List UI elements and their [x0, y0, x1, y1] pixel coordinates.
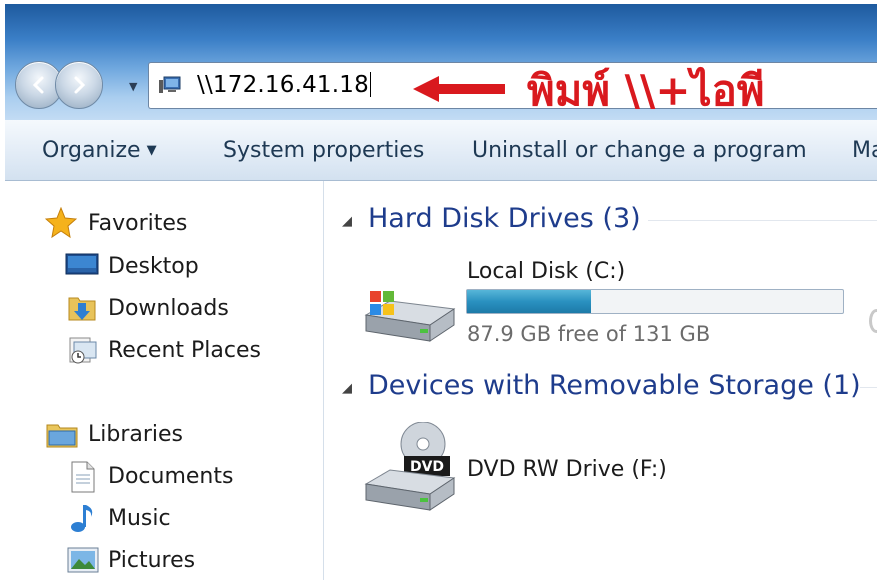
- chevron-down-icon: ▼: [146, 143, 157, 158]
- back-arrow-icon: [32, 76, 44, 94]
- text-caret: [369, 72, 371, 97]
- collapse-triangle-icon-2[interactable]: ◢: [342, 381, 352, 396]
- dvd-drive-icon: DVD: [364, 422, 456, 511]
- dvd-badge-text: DVD: [410, 459, 444, 475]
- partial-drive-icon: [869, 309, 877, 333]
- navigation-pane: Favorites Desktop Downloads Recent Place…: [5, 181, 324, 580]
- music-icon: [71, 505, 93, 532]
- annotation-text: พิมพ์ \\+ไอพี: [527, 66, 765, 115]
- disk-usage-fill: [467, 290, 592, 313]
- explorer-window: ▼ \\172.16.41.18 พิมพ์ \\+ไอพี Organize ▼…: [5, 4, 877, 580]
- favorites-star-icon: [45, 207, 77, 239]
- forward-button[interactable]: [55, 61, 103, 109]
- computer-icon: [159, 76, 181, 93]
- sidebar-item-favorites[interactable]: Favorites: [88, 211, 187, 236]
- address-input[interactable]: \\172.16.41.18: [197, 72, 371, 98]
- command-toolbar: Organize ▼ System properties Uninstall or…: [5, 120, 877, 181]
- address-bar[interactable]: \\172.16.41.18: [148, 62, 877, 109]
- red-arrow-icon: [413, 76, 505, 102]
- map-network-drive-button[interactable]: Ma: [852, 138, 877, 163]
- system-properties-button[interactable]: System properties: [223, 138, 424, 163]
- sidebar-item-recent-places[interactable]: Recent Places: [108, 338, 261, 363]
- uninstall-program-button[interactable]: Uninstall or change a program: [472, 138, 807, 163]
- group-divider-2: [860, 387, 877, 388]
- disk-free-space-text: 87.9 GB free of 131 GB: [467, 322, 711, 346]
- libraries-icon: [46, 424, 78, 448]
- hard-drive-icon: [364, 291, 456, 342]
- address-path-text: \\172.16.41.18: [197, 72, 369, 98]
- forward-arrow-icon: [74, 76, 86, 94]
- organize-button[interactable]: Organize ▼: [42, 138, 157, 163]
- pictures-icon: [67, 547, 99, 573]
- documents-icon: [71, 461, 95, 493]
- title-bar: ▼ \\172.16.41.18 พิมพ์ \\+ไอพี: [5, 4, 877, 120]
- sidebar-item-desktop[interactable]: Desktop: [108, 254, 199, 279]
- dvd-drive-name[interactable]: DVD RW Drive (F:): [467, 457, 667, 482]
- group-header-removable-storage[interactable]: Devices with Removable Storage (1): [368, 370, 861, 401]
- downloads-icon: [68, 297, 96, 321]
- sidebar-item-music[interactable]: Music: [108, 506, 171, 531]
- sidebar-item-libraries[interactable]: Libraries: [88, 422, 183, 447]
- sidebar-item-documents[interactable]: Documents: [108, 464, 233, 489]
- recent-places-icon: [69, 337, 97, 364]
- group-header-hard-disk-drives[interactable]: Hard Disk Drives (3): [368, 203, 641, 234]
- local-disk-name[interactable]: Local Disk (C:): [467, 259, 625, 284]
- disk-usage-bar: [466, 289, 844, 314]
- sidebar-item-pictures[interactable]: Pictures: [108, 548, 195, 573]
- desktop-icon: [65, 253, 99, 275]
- organize-label: Organize: [42, 138, 141, 163]
- sidebar-item-downloads[interactable]: Downloads: [108, 296, 229, 321]
- group-divider: [648, 220, 877, 221]
- history-dropdown-icon[interactable]: ▼: [129, 80, 137, 93]
- collapse-triangle-icon[interactable]: ◢: [342, 214, 352, 229]
